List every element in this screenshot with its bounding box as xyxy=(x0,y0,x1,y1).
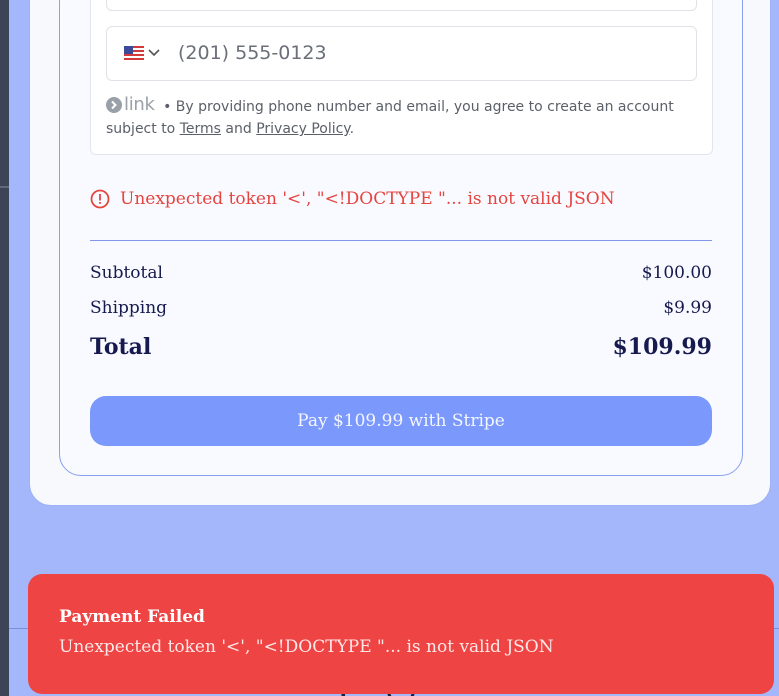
subtotal-label: Subtotal xyxy=(90,263,163,283)
shipping-row: Shipping $9.99 xyxy=(90,298,712,318)
total-row: Total $109.99 xyxy=(90,334,712,360)
phone-input-value[interactable]: (201) 555-0123 xyxy=(178,42,327,64)
toast-message: Unexpected token '<', "<!DOCTYPE "... is… xyxy=(59,637,554,657)
terms-link[interactable]: Terms xyxy=(180,121,221,137)
total-value: $109.99 xyxy=(612,334,712,360)
subtotal-value: $100.00 xyxy=(641,263,712,283)
payment-failed-toast[interactable]: Payment Failed Unexpected token '<', "<!… xyxy=(28,574,774,694)
privacy-policy-link[interactable]: Privacy Policy xyxy=(256,121,349,137)
summary-divider xyxy=(90,240,712,241)
payment-error: Unexpected token '<', "<!DOCTYPE "... is… xyxy=(90,188,615,210)
link-arrow-icon xyxy=(106,97,122,113)
error-circle-icon xyxy=(90,189,110,209)
phone-field[interactable]: (201) 555-0123 xyxy=(106,26,697,81)
subtotal-row: Subtotal $100.00 xyxy=(90,263,712,283)
link-logo: link xyxy=(106,94,155,116)
shipping-label: Shipping xyxy=(90,298,168,318)
left-window-strip xyxy=(0,0,9,696)
shipping-value: $9.99 xyxy=(663,298,712,318)
error-message: Unexpected token '<', "<!DOCTYPE "... is… xyxy=(120,189,615,209)
pay-with-stripe-button[interactable]: Pay $109.99 with Stripe xyxy=(90,396,712,446)
chevron-down-icon[interactable] xyxy=(148,49,160,57)
toast-title: Payment Failed xyxy=(59,607,205,627)
us-flag-icon[interactable] xyxy=(124,46,144,60)
link-consent-text: link • By providing phone number and ema… xyxy=(106,94,674,137)
email-input[interactable] xyxy=(106,0,697,11)
total-label: Total xyxy=(90,334,152,360)
